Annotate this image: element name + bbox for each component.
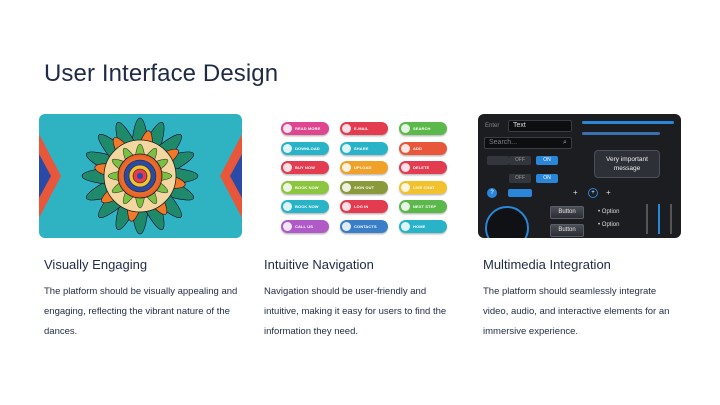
pill-label: CALL US bbox=[295, 223, 313, 229]
card-description: The platform should seamlessly integrate… bbox=[483, 286, 670, 337]
pill-label: NEXT STEP bbox=[413, 204, 437, 209]
pill-icon bbox=[283, 182, 292, 192]
help-icon: ? bbox=[487, 188, 497, 198]
pill-label: SHARE bbox=[354, 145, 369, 151]
pill-label: DELETE bbox=[413, 165, 430, 170]
text-field: Text bbox=[508, 120, 572, 132]
search-field: Search... ⌕ bbox=[484, 137, 572, 149]
button-2: Button bbox=[550, 224, 584, 237]
pill-label: LIVE CHAT bbox=[413, 184, 435, 190]
toggle-on-2: ON bbox=[536, 174, 558, 183]
pill-label: UPLOAD bbox=[354, 165, 372, 170]
pill-icon bbox=[342, 182, 351, 192]
pill-icon bbox=[401, 124, 410, 133]
card-heading: Multimedia Integration bbox=[483, 257, 611, 272]
pill-label: LOG IN bbox=[354, 204, 369, 209]
nav-pill-button: DELETE bbox=[399, 161, 447, 174]
toggle-off-left bbox=[487, 156, 509, 165]
nav-pill-button: SEARCH bbox=[399, 122, 447, 135]
enter-label: Enter bbox=[485, 123, 500, 129]
pill-icon bbox=[283, 221, 292, 231]
card-multimedia-integration: Enter Text Search... ⌕ OFF ON OFF ON Ver… bbox=[478, 114, 681, 342]
pill-label: CONTACTS bbox=[354, 223, 377, 229]
card-visually-engaging: Visually Engaging The platform should be… bbox=[39, 114, 242, 342]
progress-bar-secondary bbox=[582, 132, 660, 135]
pill-icon bbox=[401, 182, 410, 192]
pill-label: BOOK NOW bbox=[295, 184, 319, 190]
nav-pill-button: CONTACTS bbox=[340, 219, 388, 233]
pill-icon bbox=[342, 124, 351, 133]
text-field-value: Text bbox=[513, 122, 526, 129]
pill-icon bbox=[283, 143, 292, 153]
pill-icon bbox=[342, 163, 351, 172]
card-description: Navigation should be user-friendly and i… bbox=[264, 286, 447, 337]
nav-pill-button: CALL US bbox=[281, 219, 329, 233]
pill-label: BOOK NOW bbox=[295, 204, 319, 209]
pill-icon bbox=[342, 202, 351, 211]
nav-pill-button: SHARE bbox=[340, 141, 388, 155]
pill-icon bbox=[401, 143, 410, 153]
pill-label: ADD bbox=[413, 145, 422, 151]
pill-label: SIGN OUT bbox=[354, 184, 375, 190]
nav-pill-button: BOOK NOW bbox=[281, 200, 329, 213]
nav-pill-button: READ MORE bbox=[281, 122, 329, 135]
option-2: • Option bbox=[598, 222, 620, 228]
slider-track-3 bbox=[670, 204, 672, 234]
pill-icon bbox=[283, 202, 292, 211]
pill-icon bbox=[401, 163, 410, 172]
toggle-on: ON bbox=[536, 156, 558, 165]
toggle-off-2: OFF bbox=[509, 174, 531, 183]
plus-icon-2: + bbox=[606, 188, 611, 197]
nav-pill-button: HOME bbox=[399, 219, 447, 233]
nav-pill-button: E-MAIL bbox=[340, 122, 388, 135]
pill-icon bbox=[283, 163, 292, 172]
pill-label: SEARCH bbox=[413, 126, 431, 131]
progress-bar bbox=[582, 121, 674, 124]
pill-icon bbox=[401, 202, 410, 211]
plus-icon: + bbox=[573, 188, 578, 197]
web-buttons-grid: READ MORE E-MAIL SEARCH DOWNLOAD SHARE ADD BUY… bbox=[281, 122, 447, 233]
pill-icon bbox=[342, 143, 351, 153]
card-description: The platform should be visually appealin… bbox=[44, 286, 238, 337]
pill-icon bbox=[283, 124, 292, 133]
card-heading: Visually Engaging bbox=[44, 257, 148, 272]
knob-dial bbox=[485, 206, 529, 238]
pill-icon bbox=[342, 221, 351, 231]
card-heading: Intuitive Navigation bbox=[264, 257, 374, 272]
search-placeholder: Search... bbox=[489, 139, 518, 146]
slide-title: User Interface Design bbox=[44, 60, 279, 87]
pill-icon bbox=[401, 221, 410, 231]
toggle-off: OFF bbox=[509, 156, 531, 165]
button-1: Button bbox=[550, 206, 584, 219]
nav-pill-button: ADD bbox=[399, 141, 447, 155]
pill-label: DOWNLOAD bbox=[295, 145, 320, 151]
dark-ui-kit-image: Enter Text Search... ⌕ OFF ON OFF ON Ver… bbox=[478, 114, 681, 238]
option-1: • Option bbox=[598, 209, 620, 215]
search-icon: ⌕ bbox=[563, 139, 567, 146]
nav-pill-button: BUY NOW bbox=[281, 161, 329, 174]
tag-chip bbox=[508, 189, 532, 197]
nav-pill-button: UPLOAD bbox=[340, 161, 388, 174]
nav-pill-button: DOWNLOAD bbox=[281, 141, 329, 155]
slider-track-2 bbox=[658, 204, 660, 234]
pill-label: READ MORE bbox=[295, 126, 321, 131]
pill-label: HOME bbox=[413, 223, 426, 229]
message-bubble: Very important message bbox=[594, 150, 660, 178]
nav-pill-button: NEXT STEP bbox=[399, 200, 447, 213]
mandala-image bbox=[39, 114, 242, 238]
nav-pill-button: LOG IN bbox=[340, 200, 388, 213]
nav-pill-button: SIGN OUT bbox=[340, 180, 388, 194]
slider-track-1 bbox=[646, 204, 648, 234]
nav-pill-button: LIVE CHAT bbox=[399, 180, 447, 194]
pill-label: BUY NOW bbox=[295, 165, 315, 170]
card-intuitive-navigation: READ MORE E-MAIL SEARCH DOWNLOAD SHARE ADD BUY… bbox=[259, 114, 462, 342]
add-circle-icon: + bbox=[588, 188, 598, 198]
nav-pill-button: BOOK NOW bbox=[281, 180, 329, 194]
web-buttons-image: READ MORE E-MAIL SEARCH DOWNLOAD SHARE ADD BUY… bbox=[259, 114, 462, 238]
pill-label: E-MAIL bbox=[354, 126, 369, 131]
